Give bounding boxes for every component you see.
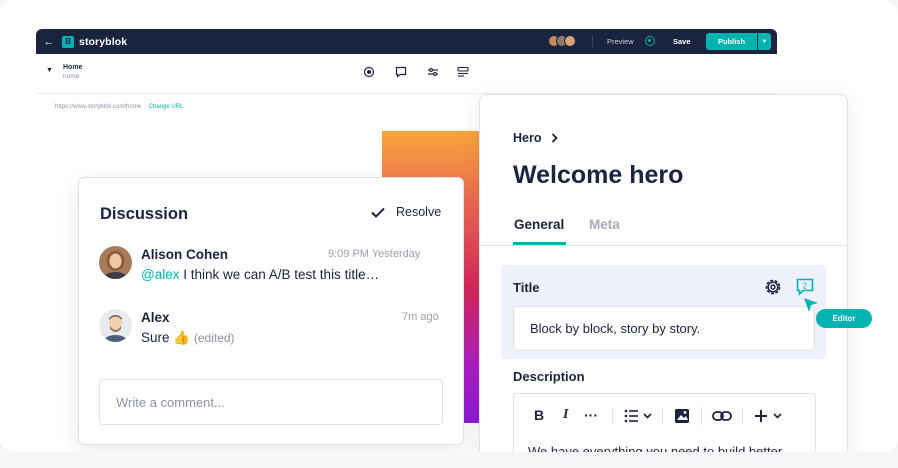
edited-label: (edited) [193, 331, 235, 345]
comment-count-icon[interactable]: 2 [796, 278, 814, 296]
link-icon[interactable] [712, 409, 732, 423]
form-icon[interactable] [457, 66, 469, 78]
comment-author: Alex [141, 310, 170, 325]
list-icon[interactable] [624, 409, 654, 423]
resolve-label: Resolve [396, 205, 442, 219]
gear-icon[interactable] [764, 278, 782, 296]
discussion-panel: Discussion Resolve Alison Cohen 9:09 PM … [78, 177, 464, 445]
cursor-pointer-icon [804, 298, 818, 312]
description-rich-text-editor[interactable]: B I ··· We have everything you need to b… [513, 393, 816, 452]
publish-options-chevron-down-icon[interactable]: ▼ [758, 33, 771, 50]
add-block-icon[interactable] [754, 409, 784, 423]
preview-button[interactable]: Preview [607, 37, 634, 46]
back-arrow-icon[interactable]: ← [38, 36, 60, 48]
comment-timestamp: 7m ago [402, 311, 439, 323]
block-title: Welcome hero [513, 161, 684, 189]
breadcrumb-item: Hero [513, 131, 542, 145]
discussion-title: Discussion [100, 205, 189, 223]
avatar [564, 35, 576, 47]
comment-input[interactable]: Write a comment... [99, 379, 443, 425]
storyblok-logo-icon: B [62, 35, 74, 48]
sliders-icon[interactable] [427, 66, 439, 78]
collaborator-avatars[interactable] [548, 35, 576, 47]
toolbar-divider [701, 407, 702, 425]
chevron-right-icon [552, 133, 559, 143]
tab-general[interactable]: General [514, 217, 564, 232]
tab-meta[interactable]: Meta [589, 217, 620, 232]
avatar [99, 246, 132, 279]
italic-icon[interactable]: I [563, 407, 568, 423]
tab-bar: General Meta [480, 213, 847, 246]
user-mention[interactable]: @alex [141, 267, 179, 282]
save-button[interactable]: Save [673, 37, 691, 46]
story-header: ▼ Home home [36, 54, 777, 94]
avatar [99, 309, 132, 342]
comment-text: Sure 👍 (edited) [141, 330, 235, 346]
bold-icon[interactable]: B [534, 407, 544, 423]
url-row: https://www.storyblok.com/home Change UR… [55, 104, 183, 110]
comment-body: I think we can A/B test this title… [179, 267, 380, 282]
globe-icon[interactable] [645, 36, 655, 46]
change-url-link[interactable]: Change URL [149, 104, 184, 110]
resolve-button[interactable]: Resolve [371, 205, 441, 219]
block-editor-panel: Hero Welcome hero General Meta Title 2 B… [479, 94, 848, 452]
more-icon[interactable]: ··· [584, 407, 598, 423]
comment-body: Sure 👍 [141, 330, 191, 345]
comment-author: Alison Cohen [141, 247, 228, 262]
breadcrumb[interactable]: Hero [513, 131, 559, 145]
story-slug: home [63, 73, 80, 80]
toolbar-divider [612, 407, 613, 425]
target-icon[interactable] [363, 66, 375, 78]
description-field-label: Description [513, 369, 585, 384]
title-field: Title 2 Block by block, story by story. [501, 265, 826, 359]
brand-name: storyblok [79, 35, 128, 48]
comment-count: 2 [803, 282, 808, 291]
active-tab-indicator [513, 242, 566, 245]
top-bar: ← B storyblok Preview Save Publish ▼ [36, 29, 777, 54]
title-field-label: Title [513, 280, 540, 295]
story-name: Home [63, 64, 83, 71]
toolbar-divider [662, 407, 663, 425]
app-frame: ← B storyblok Preview Save Publish ▼ ▼ H… [0, 0, 898, 452]
description-text: We have everything you need to build bet… [528, 444, 783, 452]
story-url: https://www.storyblok.com/home [55, 104, 142, 110]
checkmark-icon [371, 207, 385, 218]
publish-button[interactable]: Publish [706, 33, 757, 50]
chevron-down-icon[interactable]: ▼ [46, 67, 53, 74]
comment-timestamp: 9:09 PM Yesterday [328, 248, 421, 260]
image-icon[interactable] [674, 408, 690, 424]
comment-text: @alex I think we can A/B test this title… [141, 267, 379, 282]
comment-icon[interactable] [395, 66, 407, 78]
divider [592, 36, 593, 47]
collaborator-cursor-label: Editor [816, 309, 872, 328]
title-input[interactable]: Block by block, story by story. [513, 306, 815, 351]
toolbar-divider [742, 407, 743, 425]
